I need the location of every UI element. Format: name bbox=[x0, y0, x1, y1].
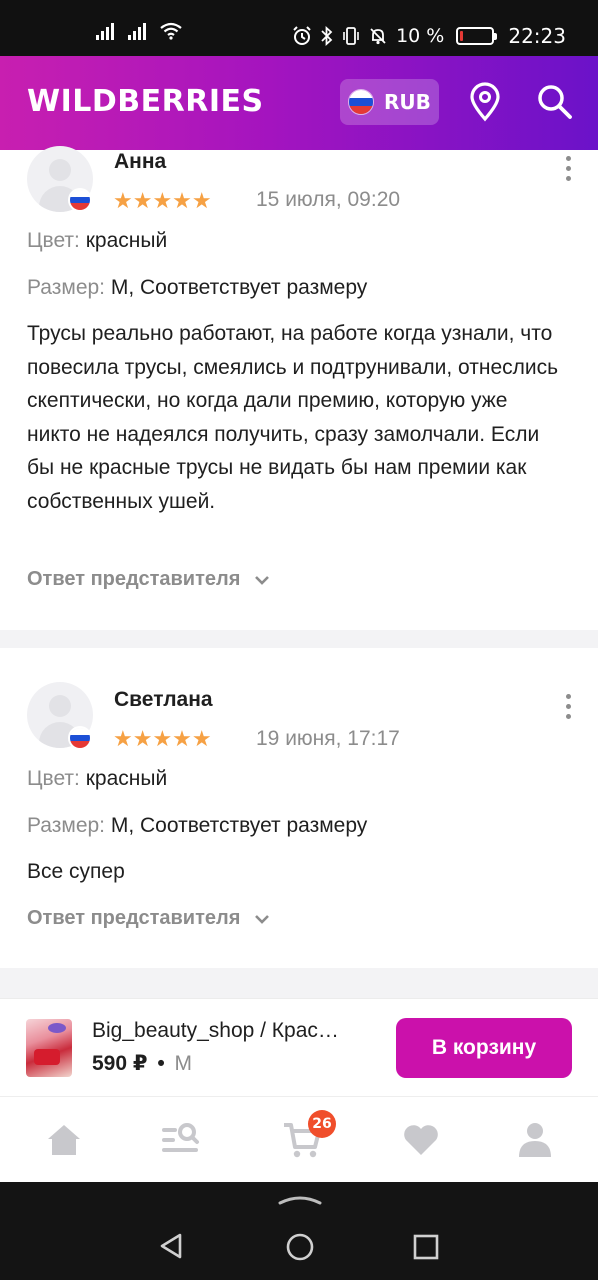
status-right: 10 % 22:23 bbox=[292, 24, 566, 48]
review-card: Анна ★★★★★ 15 июля, 09:20 Цвет: красный … bbox=[0, 146, 598, 630]
favorites-heart-icon[interactable] bbox=[401, 1119, 441, 1159]
more-options-icon[interactable] bbox=[564, 694, 572, 719]
logo[interactable]: WILDBERRIES bbox=[27, 84, 264, 119]
signal-bars-2-icon bbox=[128, 22, 146, 40]
answer-label: Ответ представителя bbox=[27, 907, 241, 929]
product-thumbnail[interactable] bbox=[26, 1019, 72, 1077]
russia-flag-icon bbox=[68, 726, 92, 750]
seller-answer-toggle[interactable]: Ответ представителя bbox=[27, 568, 270, 591]
status-bar: 10 % 22:23 bbox=[0, 0, 598, 56]
chevron-down-icon bbox=[255, 914, 270, 924]
divider bbox=[0, 968, 598, 998]
currency-label: RUB bbox=[384, 90, 431, 114]
home-circle-icon[interactable] bbox=[285, 1232, 315, 1262]
system-navigation bbox=[0, 1182, 598, 1280]
review-date: 15 июля, 09:20 bbox=[256, 188, 401, 211]
swipe-up-handle-icon[interactable] bbox=[277, 1192, 323, 1206]
more-options-icon[interactable] bbox=[564, 156, 572, 181]
russia-flag-icon bbox=[68, 188, 92, 212]
currency-selector[interactable]: RUB bbox=[340, 79, 439, 125]
size-value: M, Соответствует размеру bbox=[110, 276, 368, 299]
seller-answer-toggle[interactable]: Ответ представителя bbox=[27, 907, 270, 930]
color-attribute: Цвет: красный bbox=[27, 229, 167, 253]
size-label: Размер: bbox=[27, 276, 106, 299]
product-price: 590 ₽ bbox=[92, 1052, 148, 1075]
product-bar: Big_beauty_shop / Крас… 590 ₽ • M В корз… bbox=[0, 998, 598, 1094]
clock: 22:23 bbox=[508, 24, 566, 48]
catalog-search-icon[interactable] bbox=[160, 1119, 200, 1159]
home-icon[interactable] bbox=[44, 1119, 84, 1159]
size-label: Размер: bbox=[27, 814, 106, 837]
size-attribute: Размер: M, Соответствует размеру bbox=[27, 814, 367, 838]
app-header: WILDBERRIES RUB bbox=[0, 56, 598, 150]
rating-stars: ★★★★★ bbox=[113, 726, 212, 751]
alarm-icon bbox=[293, 26, 311, 45]
add-to-cart-button[interactable]: В корзину bbox=[396, 1018, 572, 1078]
bluetooth-icon bbox=[321, 26, 333, 46]
bottom-navigation bbox=[0, 1096, 598, 1182]
review-author: Светлана bbox=[114, 688, 213, 711]
review-date: 19 июня, 17:17 bbox=[256, 727, 400, 750]
color-label: Цвет: bbox=[27, 767, 80, 790]
divider bbox=[0, 630, 598, 648]
color-value: красный bbox=[85, 229, 168, 252]
color-label: Цвет: bbox=[27, 229, 80, 252]
signal-group bbox=[96, 22, 182, 40]
color-value: красный bbox=[85, 767, 168, 790]
back-icon[interactable] bbox=[158, 1232, 184, 1260]
rating-stars: ★★★★★ bbox=[113, 188, 212, 213]
wifi-icon bbox=[160, 22, 182, 40]
battery-percent: 10 % bbox=[396, 25, 445, 47]
location-pin-icon[interactable] bbox=[467, 82, 503, 122]
battery-icon bbox=[456, 27, 498, 45]
answer-label: Ответ представителя bbox=[27, 568, 241, 590]
recents-icon[interactable] bbox=[413, 1234, 439, 1260]
review-author: Анна bbox=[114, 150, 167, 173]
product-name[interactable]: Big_beauty_shop / Крас… bbox=[92, 1019, 339, 1043]
size-value: M, Соответствует размеру bbox=[110, 814, 368, 837]
mute-bell-icon bbox=[370, 28, 386, 45]
review-text: Все супер bbox=[27, 860, 125, 883]
search-icon[interactable] bbox=[535, 82, 575, 122]
price-separator: • bbox=[157, 1052, 165, 1075]
russia-flag-icon bbox=[348, 89, 374, 115]
review-card: Светлана ★★★★★ 19 июня, 17:17 Цвет: крас… bbox=[0, 648, 598, 968]
profile-icon[interactable] bbox=[515, 1119, 555, 1159]
chevron-down-icon bbox=[255, 575, 270, 585]
product-price-line: 590 ₽ • M bbox=[92, 1051, 192, 1076]
battery-fill bbox=[460, 31, 464, 41]
size-attribute: Размер: M, Соответствует размеру bbox=[27, 276, 367, 300]
review-text: Трусы реально работают, на работе когда … bbox=[27, 322, 559, 513]
cart-count-badge: 26 bbox=[308, 1110, 336, 1138]
product-size: M bbox=[174, 1052, 193, 1075]
signal-bars-1-icon bbox=[96, 22, 114, 40]
vibrate-icon bbox=[343, 27, 359, 45]
color-attribute: Цвет: красный bbox=[27, 767, 167, 791]
